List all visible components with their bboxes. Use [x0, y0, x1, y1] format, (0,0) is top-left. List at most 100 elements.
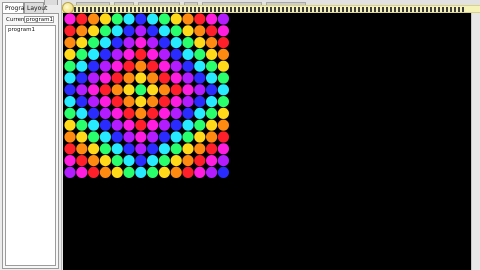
led-dot[interactable] — [99, 119, 111, 131]
led-dot[interactable] — [182, 72, 194, 84]
led-dot[interactable] — [111, 84, 123, 96]
led-dot[interactable] — [111, 155, 123, 167]
led-dot[interactable] — [64, 155, 76, 167]
led-dot[interactable] — [64, 166, 76, 178]
led-dot[interactable] — [147, 155, 159, 167]
led-dot[interactable] — [217, 60, 229, 72]
led-dot[interactable] — [158, 131, 170, 143]
led-dot[interactable] — [147, 143, 159, 155]
vertical-scrollbar[interactable] — [471, 13, 480, 270]
led-dot[interactable] — [206, 166, 218, 178]
tab-program[interactable]: Program — [2, 2, 30, 13]
led-dot[interactable] — [99, 155, 111, 167]
led-dot[interactable] — [99, 48, 111, 61]
led-dot[interactable] — [76, 155, 88, 167]
led-dot[interactable] — [99, 143, 111, 155]
led-dot[interactable] — [147, 84, 159, 96]
led-dot[interactable] — [123, 60, 135, 72]
led-dot[interactable] — [147, 119, 159, 131]
led-dot[interactable] — [158, 60, 170, 72]
led-dot[interactable] — [217, 37, 229, 49]
led-dot[interactable] — [76, 143, 88, 155]
led-dot[interactable] — [194, 96, 206, 108]
led-dot[interactable] — [88, 60, 100, 72]
led-dot[interactable] — [194, 60, 206, 72]
led-dot[interactable] — [170, 25, 182, 37]
led-dot[interactable] — [194, 131, 206, 143]
led-dot[interactable] — [76, 107, 88, 119]
led-dot[interactable] — [182, 166, 194, 178]
led-dot[interactable] — [111, 107, 123, 119]
led-dot[interactable] — [88, 96, 100, 108]
program-list[interactable]: program1 — [5, 25, 56, 266]
led-dot[interactable] — [76, 84, 88, 96]
led-dot[interactable] — [99, 107, 111, 119]
led-dot[interactable] — [217, 13, 229, 25]
led-dot[interactable] — [158, 37, 170, 49]
led-dot[interactable] — [88, 84, 100, 96]
led-dot[interactable] — [111, 166, 123, 178]
led-dot[interactable] — [76, 60, 88, 72]
led-dot[interactable] — [182, 143, 194, 155]
led-dot[interactable] — [123, 155, 135, 167]
led-dot[interactable] — [206, 13, 218, 25]
led-dot[interactable] — [99, 166, 111, 178]
led-dot[interactable] — [88, 13, 100, 25]
led-dot[interactable] — [158, 96, 170, 108]
led-dot[interactable] — [158, 107, 170, 119]
led-dot[interactable] — [158, 13, 170, 25]
led-dot[interactable] — [123, 37, 135, 49]
led-dot[interactable] — [135, 131, 147, 143]
led-dot[interactable] — [194, 107, 206, 119]
led-dot[interactable] — [99, 13, 111, 25]
led-dot[interactable] — [99, 131, 111, 143]
led-dot[interactable] — [182, 119, 194, 131]
led-dot[interactable] — [206, 60, 218, 72]
led-dot[interactable] — [64, 72, 76, 84]
program-list-item[interactable]: program1 — [8, 27, 35, 33]
led-dot[interactable] — [64, 60, 76, 72]
led-dot[interactable] — [206, 84, 218, 96]
led-dot[interactable] — [170, 96, 182, 108]
led-dot[interactable] — [158, 143, 170, 155]
led-dot[interactable] — [170, 155, 182, 167]
led-dot[interactable] — [76, 37, 88, 49]
led-dot[interactable] — [147, 25, 159, 37]
led-dot[interactable] — [182, 13, 194, 25]
led-dot[interactable] — [206, 131, 218, 143]
led-dot[interactable] — [123, 96, 135, 108]
led-dot[interactable] — [135, 25, 147, 37]
led-dot[interactable] — [170, 60, 182, 72]
led-dot[interactable] — [182, 84, 194, 96]
led-dot[interactable] — [206, 119, 218, 131]
led-dot[interactable] — [147, 72, 159, 84]
led-dot[interactable] — [170, 166, 182, 178]
led-dot[interactable] — [123, 25, 135, 37]
led-dot[interactable] — [76, 119, 88, 131]
led-dot[interactable] — [158, 48, 170, 61]
led-dot[interactable] — [217, 119, 229, 131]
led-dot[interactable] — [76, 96, 88, 108]
led-dot[interactable] — [64, 96, 76, 108]
led-dot[interactable] — [99, 25, 111, 37]
led-dot[interactable] — [194, 143, 206, 155]
led-dot[interactable] — [194, 72, 206, 84]
led-dot[interactable] — [99, 96, 111, 108]
led-dot[interactable] — [135, 155, 147, 167]
led-dot[interactable] — [135, 60, 147, 72]
led-dot[interactable] — [217, 166, 229, 178]
led-dot[interactable] — [217, 72, 229, 84]
led-dot[interactable] — [76, 25, 88, 37]
led-dot[interactable] — [147, 37, 159, 49]
led-dot[interactable] — [135, 84, 147, 96]
led-dot[interactable] — [135, 72, 147, 84]
led-dot[interactable] — [135, 119, 147, 131]
led-dot[interactable] — [135, 143, 147, 155]
led-dot[interactable] — [123, 48, 135, 61]
led-dot[interactable] — [111, 48, 123, 61]
led-dot[interactable] — [123, 166, 135, 178]
led-dot[interactable] — [194, 155, 206, 167]
led-dot[interactable] — [64, 119, 76, 131]
led-dot[interactable] — [64, 25, 76, 37]
led-dot[interactable] — [64, 48, 76, 61]
